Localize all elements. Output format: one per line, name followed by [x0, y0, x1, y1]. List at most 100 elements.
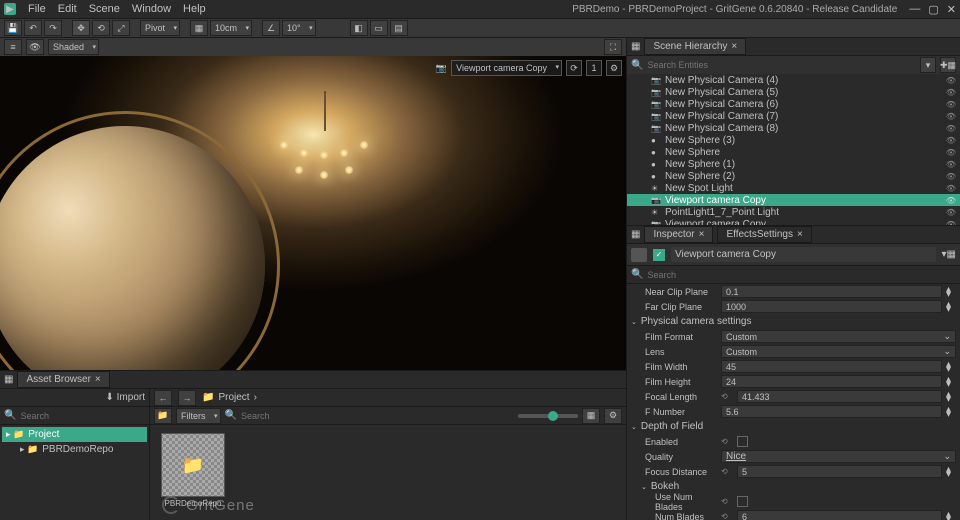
asset-search[interactable]	[241, 411, 514, 421]
visibility-icon[interactable]: 👁	[946, 76, 956, 85]
add-asset-button[interactable]: 📁	[154, 408, 172, 424]
pivot-dropdown[interactable]: Pivot	[140, 20, 180, 36]
num-blades-field[interactable]: 6	[737, 510, 942, 520]
tree-item-project[interactable]: ▸ 📁 Project	[2, 427, 147, 442]
menu-file[interactable]: File	[28, 3, 46, 15]
angle-snap-dropdown[interactable]: 10°	[282, 20, 316, 36]
link-icon[interactable]: ⟲	[721, 392, 733, 401]
move-tool[interactable]: ✥	[72, 20, 90, 36]
close-tab-icon[interactable]: ×	[699, 229, 705, 240]
menu-window[interactable]: Window	[132, 3, 171, 15]
visibility-icon[interactable]: 👁	[946, 160, 956, 169]
close-button[interactable]: ✕	[947, 3, 956, 16]
hierarchy-item[interactable]: 📷New Physical Camera (7)👁	[627, 110, 960, 122]
filters-dropdown[interactable]: Filters	[176, 408, 221, 424]
hierarchy-item[interactable]: ☀New Spot Light👁	[627, 182, 960, 194]
viewport-menu[interactable]: ≡	[4, 39, 22, 55]
hierarchy-add-button[interactable]: ✚▦	[940, 57, 956, 73]
hierarchy-item[interactable]: ●New Sphere (2)👁	[627, 170, 960, 182]
hierarchy-item[interactable]: ☀PointLight1_7_Point Light👁	[627, 206, 960, 218]
close-tab-icon[interactable]: ×	[95, 374, 101, 385]
tool-extra-1[interactable]: ◧	[350, 20, 368, 36]
visibility-icon[interactable]: 👁	[946, 124, 956, 133]
viewport-sync-icon[interactable]: ⟳	[566, 60, 582, 76]
film-height-field[interactable]: 24	[721, 375, 942, 388]
import-button[interactable]: ⬇ Import	[105, 392, 145, 403]
angle-snap-toggle[interactable]: ∠	[262, 20, 280, 36]
entity-name-field[interactable]: Viewport camera Copy	[671, 247, 936, 262]
close-tab-icon[interactable]: ×	[797, 229, 803, 240]
menu-help[interactable]: Help	[183, 3, 206, 15]
hierarchy-filter-button[interactable]: ▾	[920, 57, 936, 73]
visibility-icon[interactable]: 👁	[946, 208, 956, 217]
tree-item-repo[interactable]: ▸ 📁 PBRDemoRepo	[2, 442, 147, 457]
hierarchy-item[interactable]: 📷Viewport camera Copy👁	[627, 218, 960, 225]
tool-extra-3[interactable]: ▤	[390, 20, 408, 36]
focal-length-field[interactable]: 41.433	[737, 390, 942, 403]
hierarchy-item[interactable]: 📷New Physical Camera (6)👁	[627, 98, 960, 110]
thumbnail-size-slider[interactable]	[518, 414, 578, 418]
minimize-button[interactable]: —	[909, 3, 920, 16]
hierarchy-item[interactable]: ●New Sphere (1)👁	[627, 158, 960, 170]
inspector-tab[interactable]: Inspector×	[644, 226, 713, 243]
visibility-icon[interactable]: 👁	[946, 88, 956, 97]
visibility-icon[interactable]: 👁	[946, 136, 956, 145]
hierarchy-item[interactable]: 📷New Physical Camera (4)👁	[627, 74, 960, 86]
scale-tool[interactable]: ⤢	[112, 20, 130, 36]
asset-tree-search[interactable]	[20, 411, 145, 421]
menu-scene[interactable]: Scene	[89, 3, 120, 15]
link-icon[interactable]: ⟲	[721, 467, 733, 476]
visibility-icon[interactable]: 👁	[946, 148, 956, 157]
hierarchy-item[interactable]: 📷New Physical Camera (8)👁	[627, 122, 960, 134]
asset-browser-tab[interactable]: Asset Browser×	[17, 371, 109, 388]
close-tab-icon[interactable]: ×	[731, 41, 737, 52]
hierarchy-item[interactable]: 📷Viewport camera Copy👁	[627, 194, 960, 206]
redo-button[interactable]: ↷	[44, 20, 62, 36]
near-clip-field[interactable]: 0.1	[721, 285, 942, 298]
section-physical-camera[interactable]: ⌄Physical camera settings	[627, 314, 960, 329]
entity-enabled-checkbox[interactable]: ✓	[653, 249, 665, 261]
active-camera-dropdown[interactable]: Viewport camera Copy	[451, 60, 562, 76]
visibility-icon[interactable]: 👁	[946, 100, 956, 109]
grid-size-dropdown[interactable]: 10cm	[210, 20, 252, 36]
far-clip-field[interactable]: 1000	[721, 300, 942, 313]
menu-edit[interactable]: Edit	[58, 3, 77, 15]
quality-dropdown[interactable]: Nice	[721, 450, 956, 463]
visibility-icon[interactable]: 👁	[946, 112, 956, 121]
link-icon[interactable]: ⟲	[721, 437, 733, 446]
hierarchy-item[interactable]: ●New Sphere👁	[627, 146, 960, 158]
nav-back-button[interactable]: ←	[154, 390, 172, 406]
visibility-icon[interactable]: 👁	[946, 184, 956, 193]
view-mode-button[interactable]: ▦	[582, 408, 600, 424]
viewport-camera-icon[interactable]: 👁	[26, 39, 44, 55]
viewport-settings-icon[interactable]: ⚙	[606, 60, 622, 76]
viewport-maximize[interactable]: ⛶	[604, 39, 622, 55]
lens-dropdown[interactable]: Custom	[721, 345, 956, 358]
undo-button[interactable]: ↶	[24, 20, 42, 36]
dof-enabled-checkbox[interactable]	[737, 436, 748, 447]
rotate-tool[interactable]: ⟲	[92, 20, 110, 36]
visibility-icon[interactable]: 👁	[946, 172, 956, 181]
hierarchy-item[interactable]: ●New Sphere (3)👁	[627, 134, 960, 146]
visibility-icon[interactable]: 👁	[946, 196, 956, 205]
shading-dropdown[interactable]: Shaded	[48, 39, 99, 55]
effects-settings-tab[interactable]: EffectsSettings×	[717, 226, 811, 243]
focus-distance-field[interactable]: 5	[737, 465, 942, 478]
tool-extra-2[interactable]: ▭	[370, 20, 388, 36]
hierarchy-search[interactable]	[647, 60, 916, 70]
app-logo[interactable]: ▶	[4, 3, 16, 15]
breadcrumb[interactable]: 📁Project›	[202, 392, 257, 403]
use-num-blades-checkbox[interactable]	[737, 496, 748, 507]
visibility-icon[interactable]: 👁	[946, 220, 956, 226]
viewport-3d[interactable]: 📷 Viewport camera Copy ⟳ 1 ⚙	[0, 56, 626, 370]
link-icon[interactable]: ⟲	[721, 512, 733, 520]
entity-menu-icon[interactable]: ▾▦	[942, 249, 956, 260]
save-button[interactable]: 💾	[4, 20, 22, 36]
film-format-dropdown[interactable]: Custom	[721, 330, 956, 343]
section-dof[interactable]: ⌄Depth of Field	[627, 419, 960, 434]
maximize-button[interactable]: ▢	[928, 3, 938, 16]
grid-snap-toggle[interactable]: ▦	[190, 20, 208, 36]
asset-settings-button[interactable]: ⚙	[604, 408, 622, 424]
nav-forward-button[interactable]: →	[178, 390, 196, 406]
f-number-field[interactable]: 5.6	[721, 405, 942, 418]
